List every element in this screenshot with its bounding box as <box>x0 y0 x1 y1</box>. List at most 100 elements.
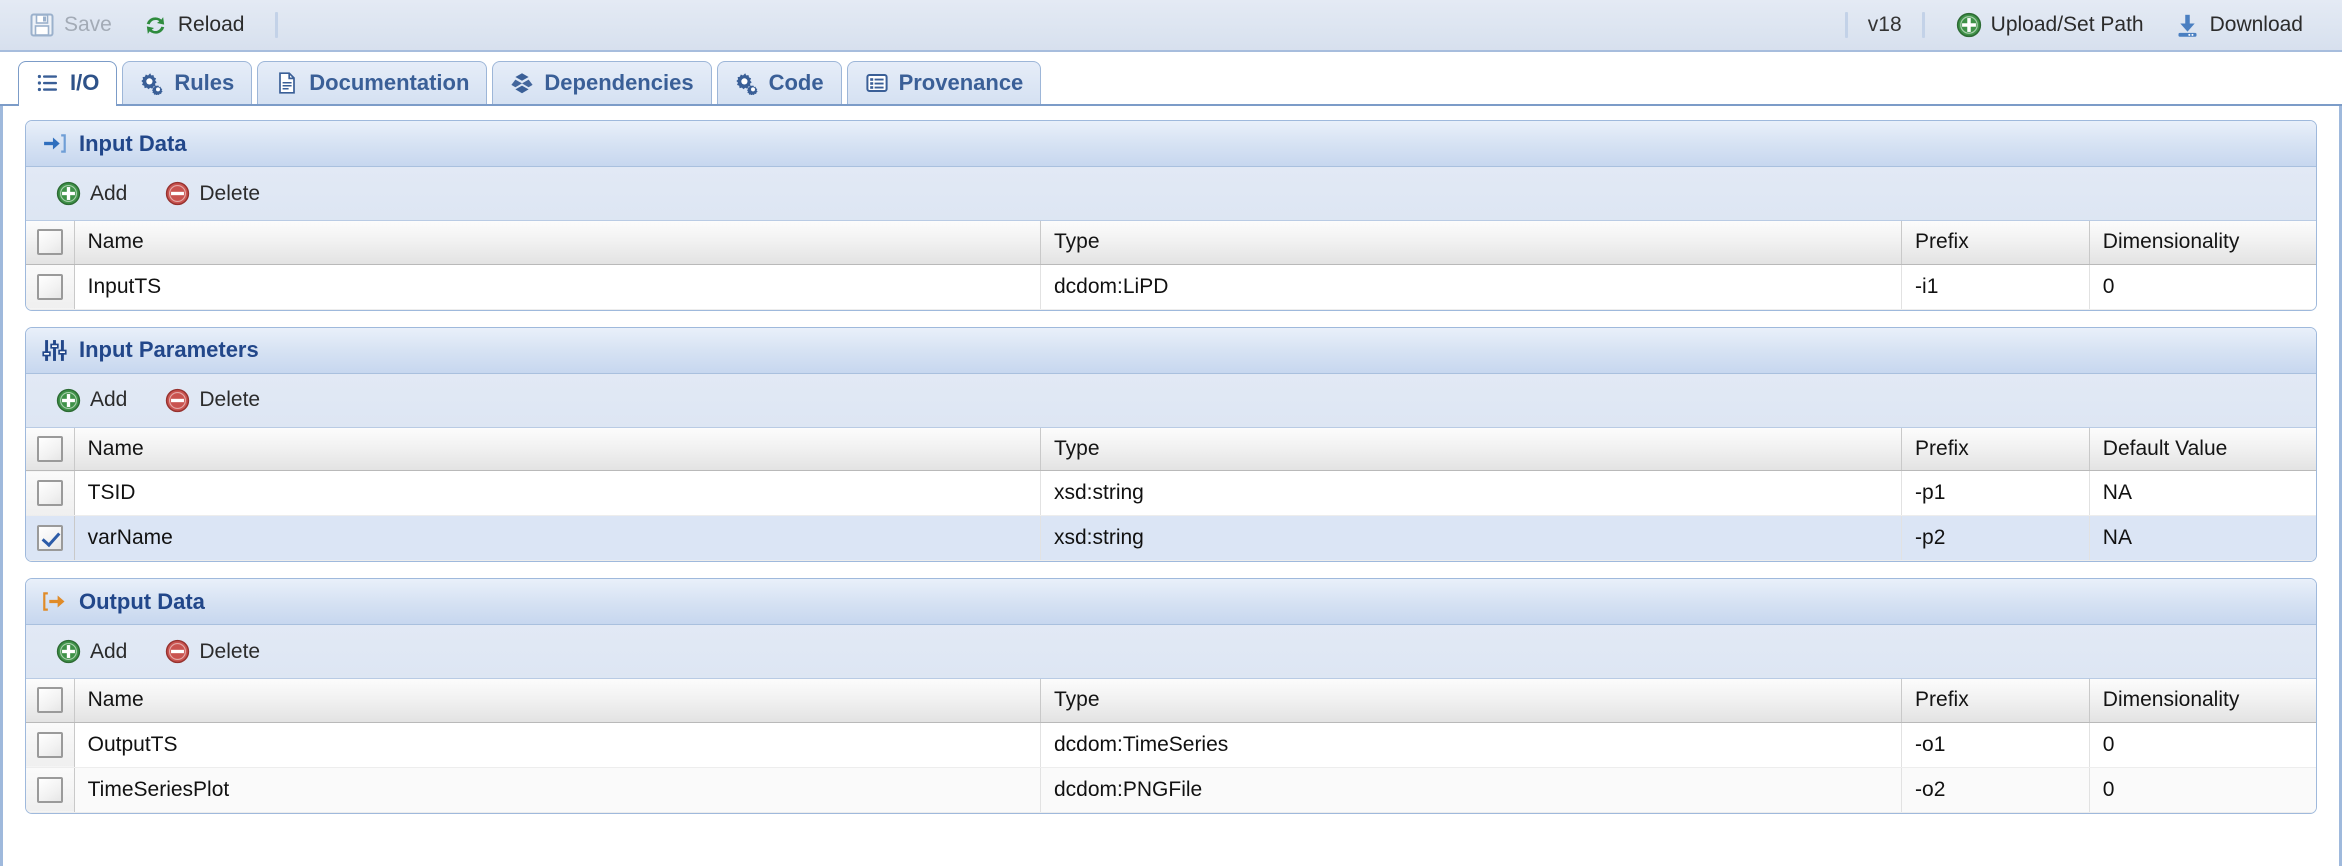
output-data-delete-button[interactable]: Delete <box>151 634 274 670</box>
column-header-dimensionality[interactable]: Dimensionality <box>2089 221 2316 265</box>
column-header-dimensionality[interactable]: Dimensionality <box>2089 679 2316 723</box>
cell-name[interactable]: OutputTS <box>74 722 1042 768</box>
cell-prefix[interactable]: -o1 <box>1901 722 2090 768</box>
cell-default-value[interactable]: NA <box>2089 470 2316 516</box>
row-select-cell[interactable] <box>26 515 75 561</box>
cell-prefix[interactable]: -p1 <box>1901 470 2090 516</box>
column-header-prefix[interactable]: Prefix <box>1901 679 2090 723</box>
input-data-add-button[interactable]: Add <box>42 176 141 212</box>
select-all-header[interactable] <box>26 427 75 471</box>
row-checkbox[interactable] <box>36 480 63 506</box>
input-parameters-toolbar: Add Delete <box>26 373 2316 428</box>
download-button[interactable]: Download <box>2159 6 2318 44</box>
floppy-disk-icon <box>29 12 55 38</box>
output-data-panel: Output Data Add Delete Name Type Prefix … <box>25 578 2317 814</box>
tab-provenance[interactable]: Provenance <box>846 61 1042 104</box>
cell-name[interactable]: TSID <box>74 470 1042 516</box>
input-data-delete-label: Delete <box>199 181 261 205</box>
input-data-title: Input Data <box>79 130 187 156</box>
column-header-name[interactable]: Name <box>74 679 1042 723</box>
toolbar-left-group: Save Reload <box>0 6 294 44</box>
select-all-checkbox[interactable] <box>36 229 63 256</box>
input-parameters-add-label: Add <box>90 388 128 411</box>
gears-icon <box>735 71 759 96</box>
output-data-header: Output Data <box>26 579 2316 625</box>
cell-prefix[interactable]: -i1 <box>1901 264 2090 310</box>
tab-documentation-label: Documentation <box>309 70 470 95</box>
input-parameters-add-button[interactable]: Add <box>42 382 141 418</box>
tab-bar: I/O Rules Documentation Dependencies Cod… <box>0 52 2342 106</box>
arrow-out-of-bracket-icon <box>42 589 67 614</box>
cell-name[interactable]: InputTS <box>74 264 1042 310</box>
output-data-title: Output Data <box>79 588 205 614</box>
table-row[interactable]: TSID xsd:string -p1 NA <box>26 470 2316 516</box>
cell-dimensionality[interactable]: 0 <box>2089 767 2316 813</box>
select-all-header[interactable] <box>26 221 75 265</box>
list-panel-icon <box>865 71 889 95</box>
tab-rules[interactable]: Rules <box>122 61 253 104</box>
application-window: Save Reload v18 Upload/Set Path Download… <box>0 0 2342 866</box>
column-header-type[interactable]: Type <box>1040 679 1903 723</box>
tab-code-label: Code <box>768 70 824 95</box>
column-header-prefix[interactable]: Prefix <box>1901 427 2090 471</box>
upload-set-path-button[interactable]: Upload/Set Path <box>1941 6 2159 44</box>
select-all-header[interactable] <box>26 679 75 723</box>
tab-documentation[interactable]: Documentation <box>257 61 488 104</box>
tab-io[interactable]: I/O <box>18 61 118 106</box>
table-header-row: Name Type Prefix Default Value <box>26 427 2316 471</box>
table-row[interactable]: OutputTS dcdom:TimeSeries -o1 0 <box>26 722 2316 768</box>
input-parameters-title: Input Parameters <box>79 337 259 362</box>
row-checkbox[interactable] <box>36 525 63 551</box>
input-data-add-label: Add <box>90 181 128 205</box>
tab-io-label: I/O <box>70 70 100 95</box>
input-data-delete-button[interactable]: Delete <box>151 176 274 212</box>
cell-prefix[interactable]: -p2 <box>1901 515 2090 561</box>
plus-circle-icon <box>56 639 81 664</box>
input-data-table: Name Type Prefix Dimensionality InputTS … <box>26 221 2316 310</box>
column-header-name[interactable]: Name <box>74 427 1042 471</box>
save-button-label: Save <box>64 13 112 36</box>
tab-dependencies[interactable]: Dependencies <box>492 61 712 104</box>
cell-default-value[interactable]: NA <box>2089 515 2316 561</box>
save-button[interactable]: Save <box>14 6 127 44</box>
row-select-cell[interactable] <box>26 722 75 768</box>
row-select-cell[interactable] <box>26 767 75 813</box>
cell-type[interactable]: xsd:string <box>1040 470 1903 516</box>
row-checkbox[interactable] <box>36 731 63 758</box>
select-all-checkbox[interactable] <box>36 687 63 714</box>
table-row[interactable]: varName xsd:string -p2 NA <box>26 515 2316 561</box>
column-header-default-value[interactable]: Default Value <box>2089 427 2316 471</box>
cell-type[interactable]: dcdom:LiPD <box>1040 264 1903 310</box>
plus-circle-icon <box>56 181 81 206</box>
table-row[interactable]: InputTS dcdom:LiPD -i1 0 <box>26 264 2316 310</box>
cell-type[interactable]: xsd:string <box>1040 515 1903 561</box>
column-header-type[interactable]: Type <box>1040 221 1903 265</box>
row-checkbox[interactable] <box>36 776 63 803</box>
tab-code[interactable]: Code <box>716 61 842 104</box>
list-icon <box>36 71 60 95</box>
row-select-cell[interactable] <box>26 264 75 310</box>
cell-type[interactable]: dcdom:PNGFile <box>1040 767 1903 813</box>
row-checkbox[interactable] <box>36 273 63 300</box>
column-header-name[interactable]: Name <box>74 221 1042 265</box>
input-parameters-delete-button[interactable]: Delete <box>151 382 274 418</box>
output-data-delete-label: Delete <box>199 639 261 663</box>
tab-provenance-label: Provenance <box>898 70 1024 95</box>
column-header-type[interactable]: Type <box>1040 427 1903 471</box>
document-icon <box>275 71 299 95</box>
output-data-add-label: Add <box>90 639 128 663</box>
cell-name[interactable]: TimeSeriesPlot <box>74 767 1042 813</box>
cell-dimensionality[interactable]: 0 <box>2089 264 2316 310</box>
table-row[interactable]: TimeSeriesPlot dcdom:PNGFile -o2 0 <box>26 767 2316 813</box>
cell-prefix[interactable]: -o2 <box>1901 767 2090 813</box>
cell-dimensionality[interactable]: 0 <box>2089 722 2316 768</box>
select-all-checkbox[interactable] <box>36 435 63 462</box>
cell-type[interactable]: dcdom:TimeSeries <box>1040 722 1903 768</box>
output-data-add-button[interactable]: Add <box>42 634 141 670</box>
reload-button[interactable]: Reload <box>127 6 260 44</box>
reload-icon <box>142 12 169 39</box>
minus-circle-icon <box>165 388 190 413</box>
cell-name[interactable]: varName <box>74 515 1042 561</box>
row-select-cell[interactable] <box>26 470 75 516</box>
column-header-prefix[interactable]: Prefix <box>1901 221 2090 265</box>
